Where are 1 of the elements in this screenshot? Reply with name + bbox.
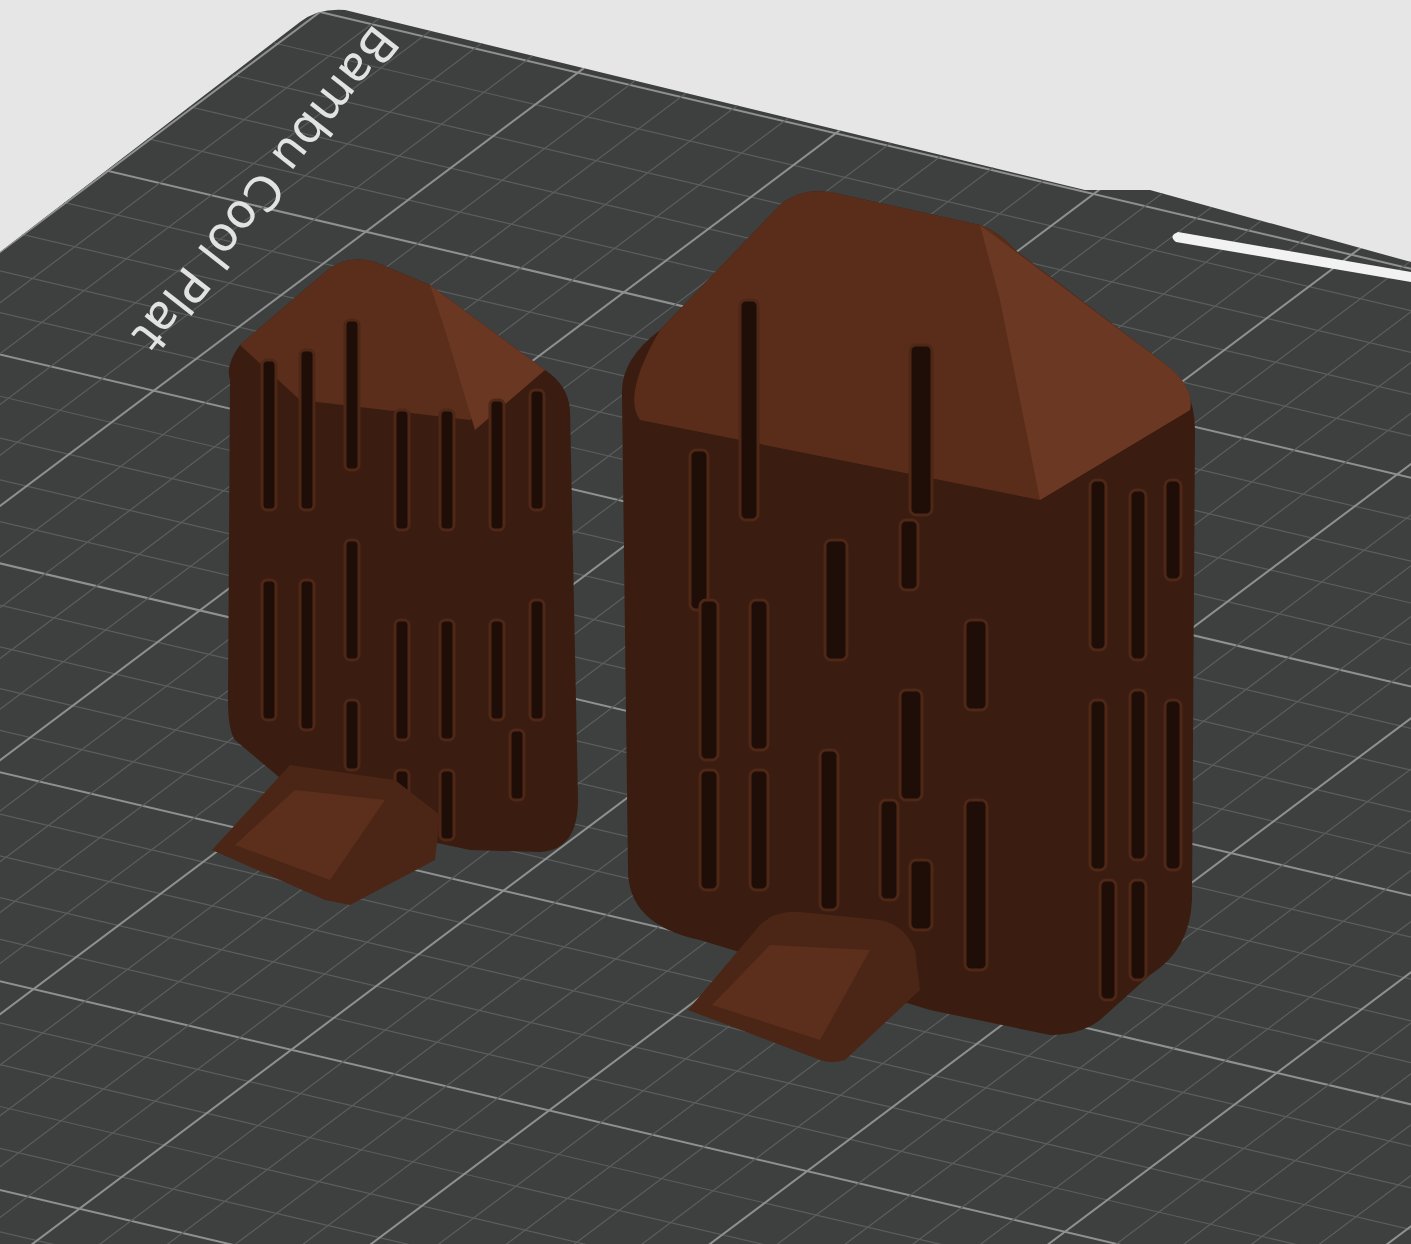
plate-slot-icon <box>1172 232 1411 282</box>
